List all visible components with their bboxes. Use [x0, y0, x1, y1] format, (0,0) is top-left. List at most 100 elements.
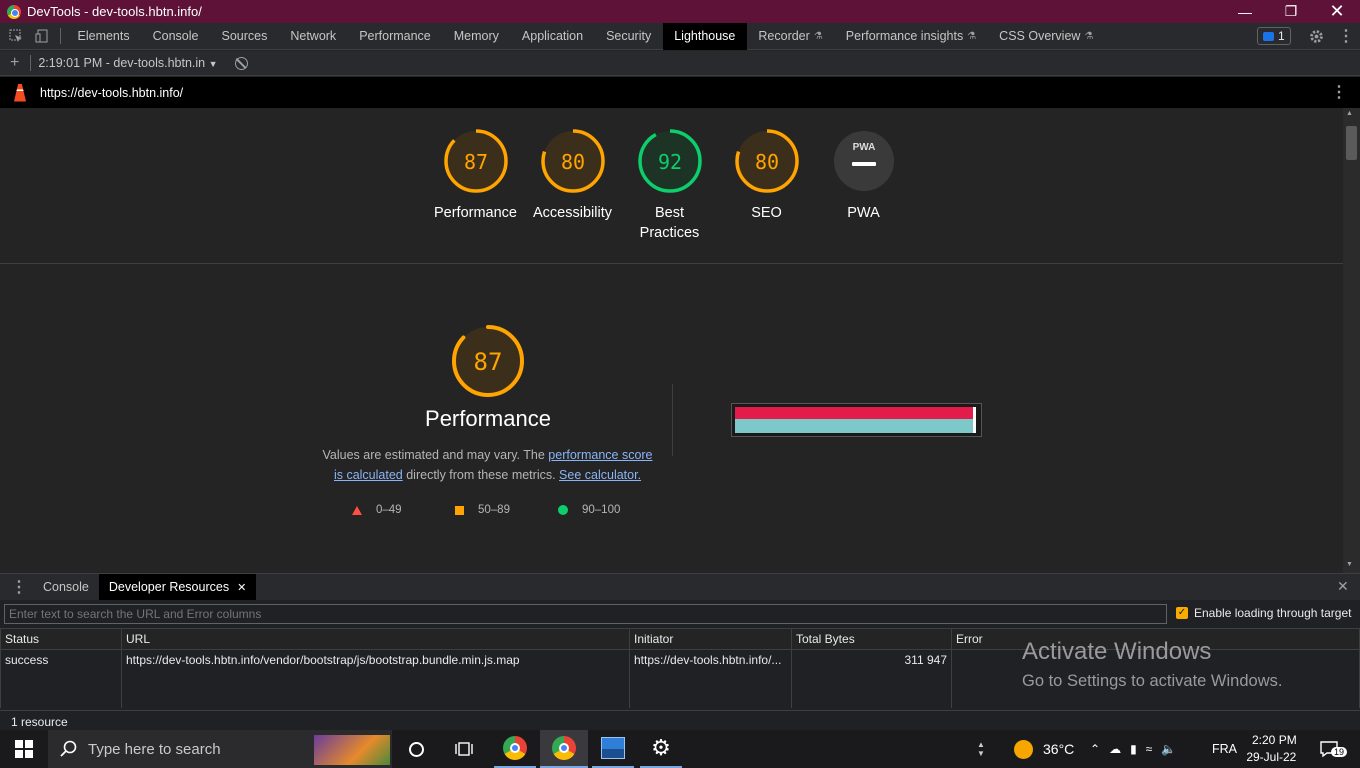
tab-performance-insights[interactable]: Performance insights ⚗: [834, 23, 987, 50]
column-header-total-bytes[interactable]: Total Bytes: [791, 628, 952, 650]
device-toolbar-icon[interactable]: [29, 23, 55, 50]
restore-icon[interactable]: ❐: [1268, 0, 1314, 23]
legend-circle-icon: [558, 505, 568, 515]
inspect-element-icon[interactable]: [3, 23, 29, 50]
score-gauge: 80: [734, 129, 799, 193]
gauge-pwa[interactable]: PWA PWA: [815, 128, 912, 243]
issues-badge[interactable]: 1: [1257, 27, 1291, 45]
clock[interactable]: 2:20 PM 29-Jul-22: [1246, 730, 1297, 768]
tab-elements[interactable]: Elements: [66, 23, 141, 50]
tab-memory[interactable]: Memory: [442, 23, 510, 50]
legend-square-icon: [455, 505, 464, 515]
cortana-icon[interactable]: [396, 730, 436, 768]
report-menu-icon[interactable]: ⋮: [1331, 82, 1347, 102]
scroll-down-icon[interactable]: ▼: [1346, 561, 1353, 568]
column-header-error[interactable]: Error: [951, 628, 1360, 650]
report-scrollbar-thumb[interactable]: [1346, 126, 1357, 160]
score-gauges: 87 Performance 80 Accessibility 92 Best Pract…: [427, 128, 912, 243]
score-gauge: 87: [443, 129, 508, 193]
close-drawer-icon[interactable]: ✕: [1337, 578, 1349, 595]
settings-gear-icon[interactable]: [1303, 23, 1329, 50]
tab-css-overview[interactable]: CSS Overview ⚗: [988, 23, 1105, 50]
task-view-icon[interactable]: [444, 730, 484, 768]
tab-sources[interactable]: Sources: [210, 23, 279, 50]
clock-date: 29-Jul-22: [1246, 750, 1297, 764]
show-hidden-icons-icon[interactable]: ⌃: [1090, 742, 1100, 756]
photos-taskbar-icon[interactable]: [592, 730, 634, 768]
resources-filter-input[interactable]: [4, 604, 1167, 624]
minimize-icon[interactable]: —: [1222, 0, 1268, 23]
taskbar-scroll-icon[interactable]: ▲ ▼: [975, 730, 987, 768]
taskbar-search[interactable]: Type here to search: [48, 730, 392, 768]
tab-label: Performance: [359, 29, 431, 43]
chrome-profile-taskbar-icon[interactable]: [540, 730, 588, 768]
chrome-icon: [7, 4, 21, 19]
column-header-status[interactable]: Status: [0, 628, 122, 650]
drawer-menu-icon[interactable]: ⋮: [11, 577, 27, 597]
gauge-performance[interactable]: 87 Performance: [427, 128, 524, 243]
report-scrollbar[interactable]: [1343, 108, 1360, 573]
score-gauge: PWA: [833, 131, 894, 191]
lighthouse-report: 87 Performance 80 Accessibility 92 Best Pract…: [0, 108, 1343, 573]
wifi-icon[interactable]: ≈: [1146, 742, 1153, 756]
performance-gauge: 87: [452, 325, 524, 397]
battery-icon[interactable]: ▮: [1130, 742, 1137, 756]
tab-security[interactable]: Security: [595, 23, 663, 50]
system-tray-icons: ⌃ ☁ ▮ ≈ 🔈: [1090, 730, 1176, 768]
tab-application[interactable]: Application: [510, 23, 594, 50]
cell-error: [951, 649, 1360, 708]
score-legend: 0–49 50–89 90–100: [352, 504, 661, 516]
input-language[interactable]: FRA: [1212, 730, 1237, 768]
more-options-icon[interactable]: ⋮: [1338, 26, 1354, 46]
tab-label: Console: [152, 29, 199, 43]
gauge-accessibility[interactable]: 80 Accessibility: [524, 128, 621, 243]
close-icon[interactable]: ✕: [1314, 0, 1360, 23]
tab-network[interactable]: Network: [279, 23, 348, 50]
gauge-seo[interactable]: 80 SEO: [718, 128, 815, 243]
chrome-taskbar-icon[interactable]: [494, 730, 536, 768]
new-report-icon[interactable]: +: [10, 54, 19, 72]
tab-performance[interactable]: Performance: [348, 23, 443, 50]
clear-all-icon[interactable]: [234, 56, 248, 70]
pwa-badge-text: PWA: [852, 142, 875, 153]
report-selector[interactable]: 2:19:01 PM - dev-tools.hbtn.in ▼: [38, 56, 217, 70]
close-tab-icon[interactable]: ✕: [237, 581, 246, 594]
drawer-tab-developer-resources[interactable]: Developer Resources ✕: [98, 574, 257, 600]
gauge-label: Performance: [433, 205, 517, 221]
drawer-tab-console[interactable]: Console: [33, 574, 99, 600]
onedrive-icon[interactable]: ☁: [1109, 742, 1121, 756]
page-screenshot-thumbnail[interactable]: [731, 403, 982, 437]
settings-taskbar-icon[interactable]: ⚙: [640, 730, 682, 768]
scroll-up-icon[interactable]: ▲: [1346, 110, 1353, 117]
temperature: 36°C: [1043, 741, 1075, 757]
tab-console[interactable]: Console: [141, 23, 210, 50]
gauge-label: SEO: [751, 205, 782, 221]
toolbar-separator: [60, 28, 61, 44]
drawer-tabbar: ⋮ Console Developer Resources ✕: [0, 573, 1360, 600]
report-selector-label: 2:19:01 PM - dev-tools.hbtn.in: [38, 56, 206, 70]
enable-loading-checkbox[interactable]: ✓: [1176, 607, 1188, 619]
windows-start-icon[interactable]: [0, 730, 48, 768]
cell-url: https://dev-tools.hbtn.info/vendor/boots…: [121, 649, 630, 708]
column-header-initiator[interactable]: Initiator: [629, 628, 792, 650]
weather-widget[interactable]: 36°C: [1014, 730, 1074, 768]
gauge-best-practices[interactable]: 92 Best Practices: [621, 128, 718, 243]
see-calculator-link[interactable]: See calculator.: [559, 468, 641, 482]
gauge-label: Best Practices: [639, 205, 700, 241]
tab-recorder[interactable]: Recorder ⚗: [747, 23, 834, 50]
volume-icon[interactable]: 🔈: [1161, 742, 1176, 756]
notification-center-icon[interactable]: 19: [1318, 730, 1348, 768]
panel-tabs: Elements Console Sources Network Performance…: [66, 22, 1105, 50]
lighthouse-toolbar: + 2:19:01 PM - dev-tools.hbtn.in ▼: [0, 51, 1360, 76]
table-row[interactable]: success https://dev-tools.hbtn.info/vendo…: [0, 649, 1360, 708]
score-gauge: 80: [540, 129, 605, 193]
toolbar-separator: [30, 55, 32, 71]
tab-label: Sources: [221, 29, 268, 43]
column-header-url[interactable]: URL: [121, 628, 630, 650]
performance-title: Performance: [425, 406, 551, 431]
report-url[interactable]: https://dev-tools.hbtn.info/: [40, 86, 183, 100]
desc-text: Values are estimated and may vary. The: [322, 448, 549, 462]
tab-lighthouse[interactable]: Lighthouse: [662, 22, 747, 50]
experiment-flask-icon: ⚗: [1084, 30, 1094, 42]
legend-item: 50–89: [455, 504, 558, 516]
